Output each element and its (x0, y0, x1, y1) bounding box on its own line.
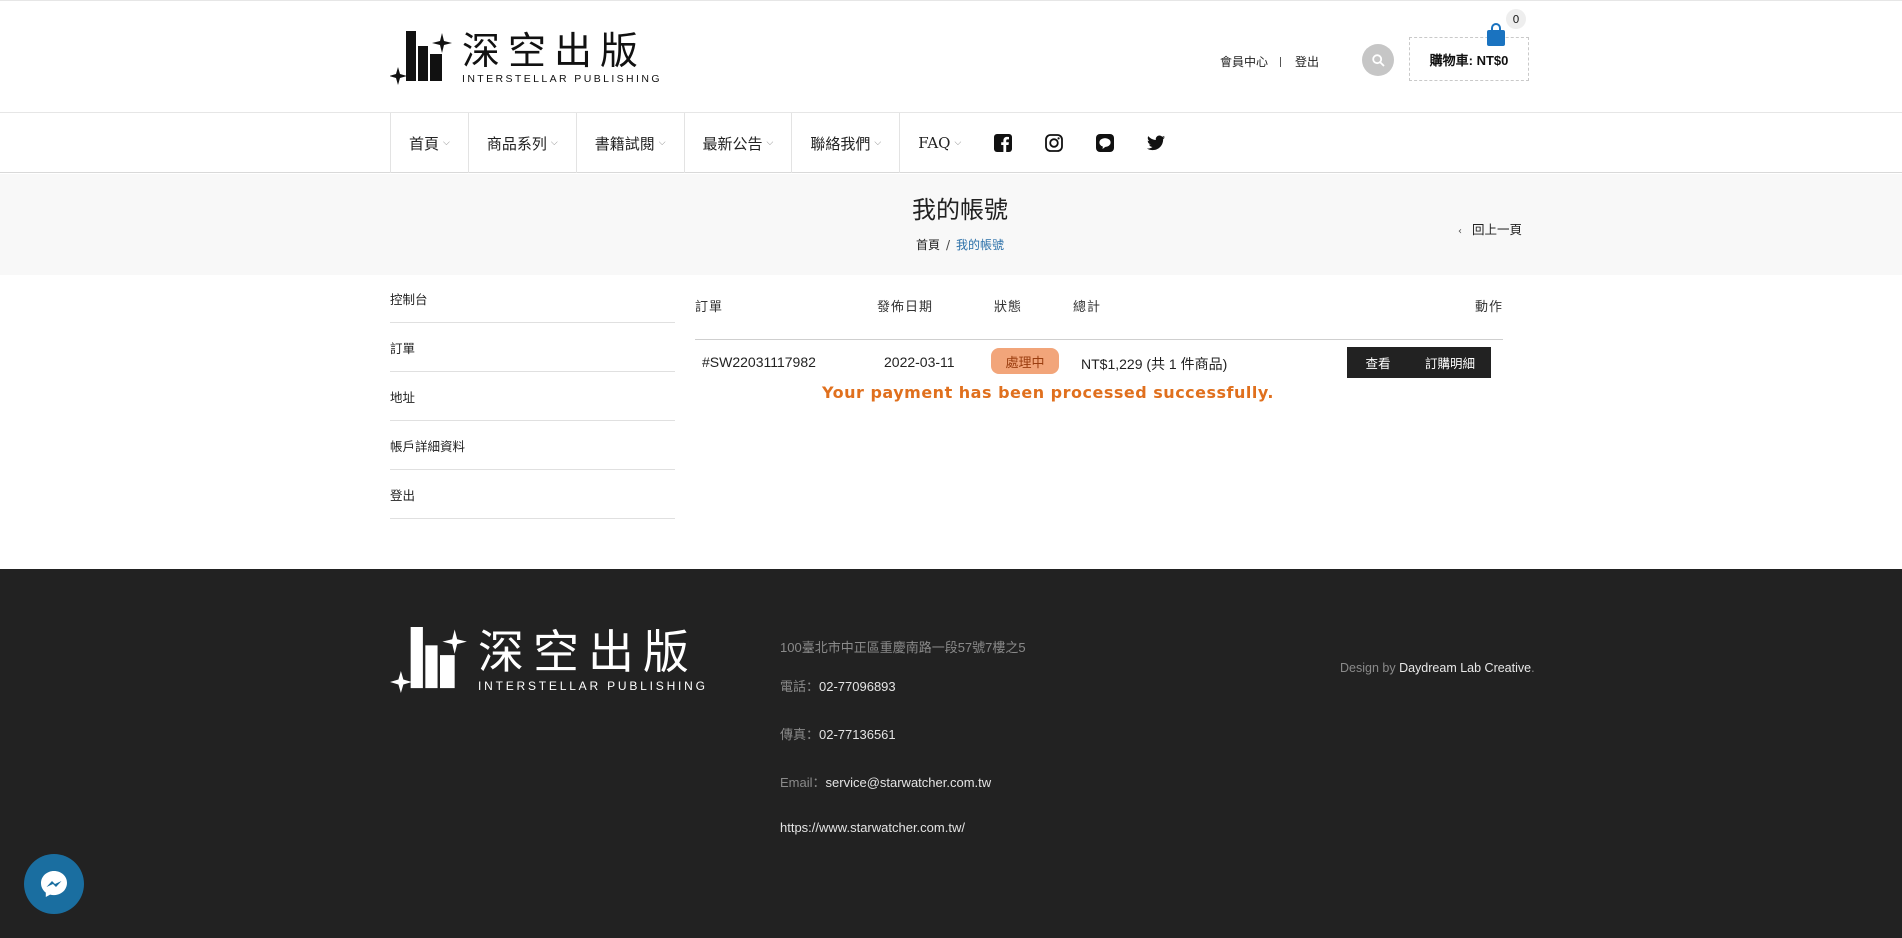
nav-item-preview[interactable]: 書籍試閱 ⌵ (575, 113, 684, 173)
order-total: NT$1,229 (共 1 件商品) (1081, 356, 1228, 372)
column-header-total: 總計 (1073, 300, 1102, 315)
search-icon (1371, 53, 1385, 67)
divider (1280, 56, 1282, 67)
footer-phone: 電話：02-77096893 (780, 676, 896, 695)
chevron-down-icon: ⌵ (874, 138, 882, 148)
sidebar-item-logout[interactable]: 登出 (390, 470, 675, 519)
sidebar-item-label: 訂單 (390, 341, 416, 356)
fax-number: 02-77136561 (819, 727, 896, 742)
cart-count-badge: 0 (1506, 9, 1526, 29)
logo-english-text: INTERSTELLAR PUBLISHING (462, 73, 662, 85)
footer-logo[interactable]: 深空出版 INTERSTELLAR PUBLISHING (390, 627, 708, 693)
footer-email: Email：service@starwatcher.com.tw (780, 772, 991, 791)
status-badge: 處理中 (991, 348, 1059, 374)
designer-link[interactable]: Daydream Lab Creative (1399, 661, 1531, 675)
email-link[interactable]: service@starwatcher.com.tw (826, 775, 992, 790)
instagram-icon[interactable] (1044, 133, 1064, 153)
column-header-actions: 動作 (1475, 300, 1504, 315)
social-links (993, 133, 1197, 153)
nav-item-faq[interactable]: FAQ ⌵ (900, 113, 979, 173)
chevron-down-icon: ⌵ (658, 138, 666, 148)
site-logo[interactable]: 深空出版 INTERSTELLAR PUBLISHING (390, 31, 662, 85)
email-label: Email： (780, 775, 826, 790)
column-header-order: 訂單 (695, 300, 724, 315)
order-date: 2022-03-11 (884, 354, 955, 370)
messenger-icon (41, 871, 67, 897)
main-nav: 首頁 ⌵ 商品系列 ⌵ 書籍試閱 ⌵ 最新公告 ⌵ 聯絡我們 ⌵ FAQ ⌵ (0, 113, 1902, 173)
footer-logo-chinese: 深空出版 (478, 625, 698, 679)
sidebar-item-address[interactable]: 地址 (390, 372, 675, 421)
page-title: 我的帳號 (912, 196, 1008, 224)
column-header-status: 狀態 (994, 300, 1023, 315)
back-label: 回上一頁 (1472, 222, 1523, 237)
site-header: 深空出版 INTERSTELLAR PUBLISHING 會員中心 登出 購物車… (0, 0, 1902, 113)
search-button[interactable] (1362, 44, 1394, 76)
breadcrumb-current: 我的帳號 (956, 238, 1005, 252)
website-link[interactable]: https://www.starwatcher.com.tw/ (780, 820, 965, 835)
shopping-bag-icon[interactable] (1486, 23, 1506, 51)
view-order-button[interactable]: 查看 (1347, 347, 1409, 378)
sidebar-item-dashboard[interactable]: 控制台 (390, 274, 675, 323)
payment-success-message: Your payment has been processed successf… (822, 383, 1274, 402)
sidebar-item-label: 登出 (390, 488, 416, 503)
chevron-left-icon: ‹ (1458, 226, 1462, 237)
order-number-link[interactable]: #SW22031117982 (702, 354, 816, 370)
design-period: . (1531, 661, 1535, 675)
design-by-label: Design by (1340, 661, 1396, 675)
fax-label: 傳真： (780, 727, 820, 742)
logo-chinese-text: 深空出版 (462, 29, 647, 73)
sidebar-item-account-details[interactable]: 帳戶詳細資料 (390, 421, 675, 470)
footer-logo-english: INTERSTELLAR PUBLISHING (478, 679, 708, 693)
breadcrumb-separator: / (945, 238, 951, 252)
chevron-down-icon: ⌵ (443, 138, 450, 148)
nav-label: 書籍試閱 (594, 134, 655, 153)
back-link[interactable]: ‹ 回上一頁 (1458, 219, 1522, 238)
top-links: 會員中心 登出 (1220, 53, 1319, 70)
nav-label: FAQ (918, 134, 951, 152)
sidebar-item-label: 控制台 (390, 292, 428, 307)
twitter-icon[interactable] (1146, 133, 1166, 153)
logo-mark-icon (390, 31, 452, 85)
chevron-down-icon: ⌵ (766, 138, 774, 148)
footer-design-credit: Design by Daydream Lab Creative. (1340, 661, 1535, 675)
account-sidebar: 控制台 訂單 地址 帳戶詳細資料 登出 (390, 274, 675, 519)
nav-label: 商品系列 (486, 134, 547, 153)
nav-label: 聯絡我們 (810, 134, 871, 153)
nav-label: 首頁 (409, 134, 440, 153)
sidebar-item-label: 地址 (390, 390, 416, 405)
nav-item-home[interactable]: 首頁 ⌵ (390, 113, 468, 173)
cart-total: 購物車: NT$0 (1429, 52, 1509, 68)
order-detail-button[interactable]: 訂購明細 (1409, 347, 1491, 378)
nav-label: 最新公告 (702, 134, 763, 153)
footer-website: https://www.starwatcher.com.tw/ (780, 820, 965, 835)
facebook-icon[interactable] (993, 133, 1013, 153)
messenger-chat-button[interactable] (24, 854, 84, 914)
chevron-down-icon: ⌵ (550, 138, 558, 148)
column-header-date: 發佈日期 (877, 300, 934, 315)
footer-address: 100臺北市中正區重慶南路一段57號7樓之5 (780, 640, 1026, 655)
nav-item-contact[interactable]: 聯絡我們 ⌵ (791, 113, 901, 173)
logo-mark-icon (390, 627, 467, 693)
phone-number[interactable]: 02-77096893 (819, 679, 896, 694)
breadcrumb: 首頁 / 我的帳號 (0, 236, 1902, 253)
sidebar-item-orders[interactable]: 訂單 (390, 323, 675, 372)
logout-link[interactable]: 登出 (1295, 53, 1319, 70)
phone-label: 電話： (780, 679, 820, 694)
member-center-link[interactable]: 會員中心 (1220, 53, 1268, 70)
line-icon[interactable] (1095, 133, 1115, 153)
nav-item-products[interactable]: 商品系列 ⌵ (467, 113, 576, 173)
chevron-down-icon: ⌵ (954, 138, 962, 148)
cart-button[interactable]: 購物車: NT$0 (1409, 37, 1529, 81)
sidebar-item-label: 帳戶詳細資料 (390, 439, 466, 454)
header-divider (695, 339, 1503, 340)
breadcrumb-home[interactable]: 首頁 (916, 238, 940, 252)
nav-item-news[interactable]: 最新公告 ⌵ (683, 113, 792, 173)
page-title-band: 我的帳號 首頁 / 我的帳號 ‹ 回上一頁 (0, 174, 1902, 275)
site-footer: 深空出版 INTERSTELLAR PUBLISHING 100臺北市中正區重慶… (0, 569, 1902, 938)
footer-fax: 傳真：02-77136561 (780, 724, 896, 743)
